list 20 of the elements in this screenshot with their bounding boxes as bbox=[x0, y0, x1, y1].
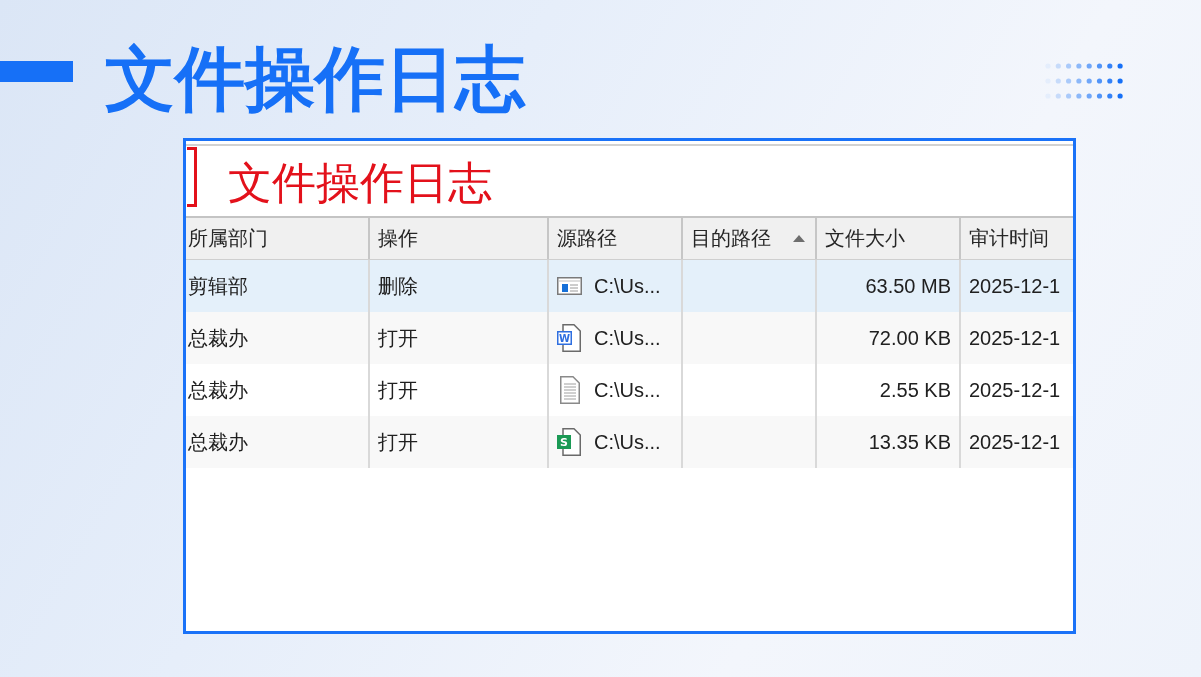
screenshot-caption: 文件操作日志 bbox=[228, 161, 492, 205]
table-row[interactable]: 剪辑部 删除 C:\Us... 63.50 MB 2025-12-1 bbox=[186, 260, 1073, 312]
window-file-icon bbox=[557, 275, 582, 297]
table-cell-text: 2025-12-1 bbox=[968, 377, 1062, 403]
file-path: C:\Us... bbox=[594, 430, 661, 454]
table-cell-text: 2025-12-1 bbox=[968, 429, 1062, 455]
annotation-bracket bbox=[187, 147, 197, 207]
file-path: C:\Us... bbox=[594, 378, 661, 402]
table-cell: 总裁办 bbox=[186, 416, 370, 468]
file-path: C:\Us... bbox=[594, 274, 661, 298]
table-cell: 打开 bbox=[370, 416, 549, 468]
table-row[interactable]: 总裁办 打开 W C:\Us... 72.00 KB 2025-12-1 bbox=[186, 312, 1073, 364]
table-row[interactable]: 总裁办 打开 S C:\Us... 13.35 KB 2025-12-1 bbox=[186, 416, 1073, 468]
table-cell-text: 2025-12-1 bbox=[968, 273, 1062, 299]
file-path: C:\Us... bbox=[594, 326, 661, 350]
text-file-icon bbox=[557, 376, 582, 404]
table-cell-text: 2025-12-1 bbox=[968, 325, 1062, 351]
slide-title: 文件操作日志 bbox=[105, 44, 525, 114]
column-header[interactable]: 审计时间 bbox=[961, 218, 1073, 259]
table-cell: 13.35 KB bbox=[817, 416, 961, 468]
